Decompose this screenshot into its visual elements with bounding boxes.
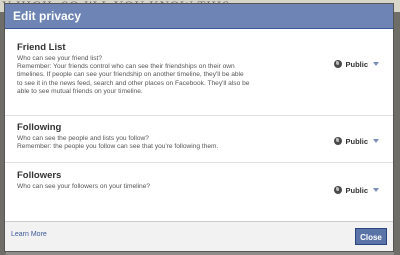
dialog-title: Edit privacy [5,4,393,29]
privacy-selector-following[interactable]: Public [334,135,379,147]
following-section: Following Who can see the people and lis… [17,122,383,151]
desc-line: Remember: Your friends control who can s… [17,63,235,71]
globe-icon [334,60,343,68]
chevron-down-icon [373,188,379,192]
section-title: Following [17,122,62,133]
section-divider [5,115,393,116]
privacy-value: Public [345,59,368,69]
backdrop-right [394,12,400,255]
section-description: Who can see the people and lists you fol… [17,135,317,151]
section-divider [5,162,393,163]
desc-line: timelines. If people can see your friend… [17,71,244,79]
privacy-value: Public [345,136,368,146]
globe-icon [334,137,343,145]
section-title: Friend List [17,42,66,53]
section-description: Who can see your followers on your timel… [17,183,317,191]
privacy-selector-followers[interactable]: Public [334,184,379,196]
desc-line: Who can see your friend list? [17,55,103,62]
edit-privacy-dialog: Edit privacy Friend List Who can see you… [4,3,394,252]
section-title: Followers [17,170,62,181]
desc-line: Who can see the people and lists you fol… [17,135,149,142]
desc-line: to see it in the news feed, search and o… [17,79,250,87]
learn-more-link[interactable]: Learn More [11,231,47,238]
close-button[interactable]: Close [355,228,387,245]
followers-section: Followers Who can see your followers on … [17,170,383,195]
friend-list-section: Friend List Who can see your friend list… [17,42,383,96]
chevron-down-icon [373,139,379,143]
section-description: Who can see your friend list? Remember: … [17,55,317,96]
desc-line: able to see mutual friends on your timel… [17,87,143,95]
privacy-value: Public [345,185,368,195]
dialog-footer: Learn More Close [5,221,393,251]
chevron-down-icon [373,62,379,66]
globe-icon [334,186,343,194]
privacy-selector-friend-list[interactable]: Public [334,58,379,70]
desc-line: Remember: the people you follow can see … [17,143,219,151]
desc-line: Who can see your followers on your timel… [17,183,151,190]
